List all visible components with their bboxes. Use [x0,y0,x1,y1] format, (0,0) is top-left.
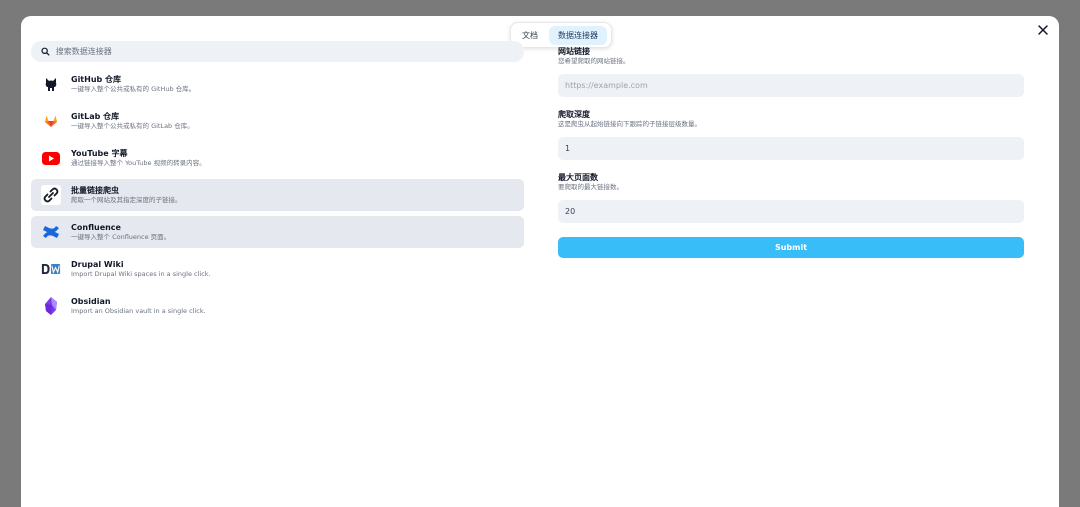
connector-description: 爬取一个网站及其指定深度的子链接。 [71,196,182,204]
url-hint: 您希望爬取的网站链接。 [558,57,630,65]
submit-button[interactable]: Submit [558,237,1024,258]
max-pages-label: 最大页面数 [558,173,598,182]
close-button[interactable] [1035,22,1051,38]
url-input[interactable] [558,74,1024,97]
connector-title: Obsidian [71,297,111,306]
max-pages-input[interactable] [558,200,1024,223]
connector-title: Confluence [71,223,121,232]
crawler-form: 网站链接 您希望爬取的网站链接。 爬取深度 这是爬虫从起始链接向下跟踪的子链接层… [558,46,1024,258]
connector-obsidian[interactable]: Obsidian Import an Obsidian vault in a s… [31,290,524,322]
search-input[interactable] [55,47,514,56]
depth-label: 爬取深度 [558,110,590,119]
connector-title: GitHub 仓库 [71,75,122,84]
youtube-icon [41,148,61,168]
depth-hint: 这是爬虫从起始链接向下跟踪的子链接层级数量。 [558,120,701,128]
link-icon [41,185,61,205]
connector-list: GitHub 仓库 一键导入整个公共或私有的 GitHub 仓库。 GitLab… [31,68,524,327]
connector-description: Import Drupal Wiki spaces in a single cl… [71,270,211,278]
connector-title: 批量链接爬虫 [71,186,119,195]
connector-description: 一键导入整个公共或私有的 GitLab 仓库。 [71,122,194,130]
gitlab-icon [41,111,61,131]
connector-drupal-wiki[interactable]: Drupal Wiki Import Drupal Wiki spaces in… [31,253,524,285]
github-icon [41,74,61,94]
depth-input[interactable] [558,137,1024,160]
tab-switcher: 文档 数据连接器 [510,22,612,48]
connector-youtube[interactable]: YouTube 字幕 通过链接导入整个 YouTube 视频的转录内容。 [31,142,524,174]
connector-description: Import an Obsidian vault in a single cli… [71,307,206,315]
obsidian-icon [41,296,61,316]
connector-title: Drupal Wiki [71,260,124,269]
data-connectors-modal: 文档 数据连接器 GitHub 仓库 一键导入整个公共或私有的 GitHub 仓… [21,16,1059,507]
close-icon [1038,25,1048,35]
tab-data-connectors[interactable]: 数据连接器 [549,25,607,45]
connector-description: 一键导入整个公共或私有的 GitHub 仓库。 [71,85,196,93]
connector-github[interactable]: GitHub 仓库 一键导入整个公共或私有的 GitHub 仓库。 [31,68,524,100]
max-pages-hint: 要爬取的最大链接数。 [558,183,623,191]
connector-confluence[interactable]: Confluence 一键导入整个 Confluence 页面。 [31,216,524,248]
url-label: 网站链接 [558,47,590,56]
confluence-icon [41,222,61,242]
connector-description: 一键导入整个 Confluence 页面。 [71,233,171,241]
connector-title: GitLab 仓库 [71,112,120,121]
search-bar[interactable] [31,41,524,62]
connector-description: 通过链接导入整个 YouTube 视频的转录内容。 [71,159,206,167]
connector-gitlab[interactable]: GitLab 仓库 一键导入整个公共或私有的 GitLab 仓库。 [31,105,524,137]
search-icon [41,47,50,56]
connector-title: YouTube 字幕 [71,149,128,158]
drupal-wiki-icon [41,259,61,279]
connector-link-crawler[interactable]: 批量链接爬虫 爬取一个网站及其指定深度的子链接。 [31,179,524,211]
